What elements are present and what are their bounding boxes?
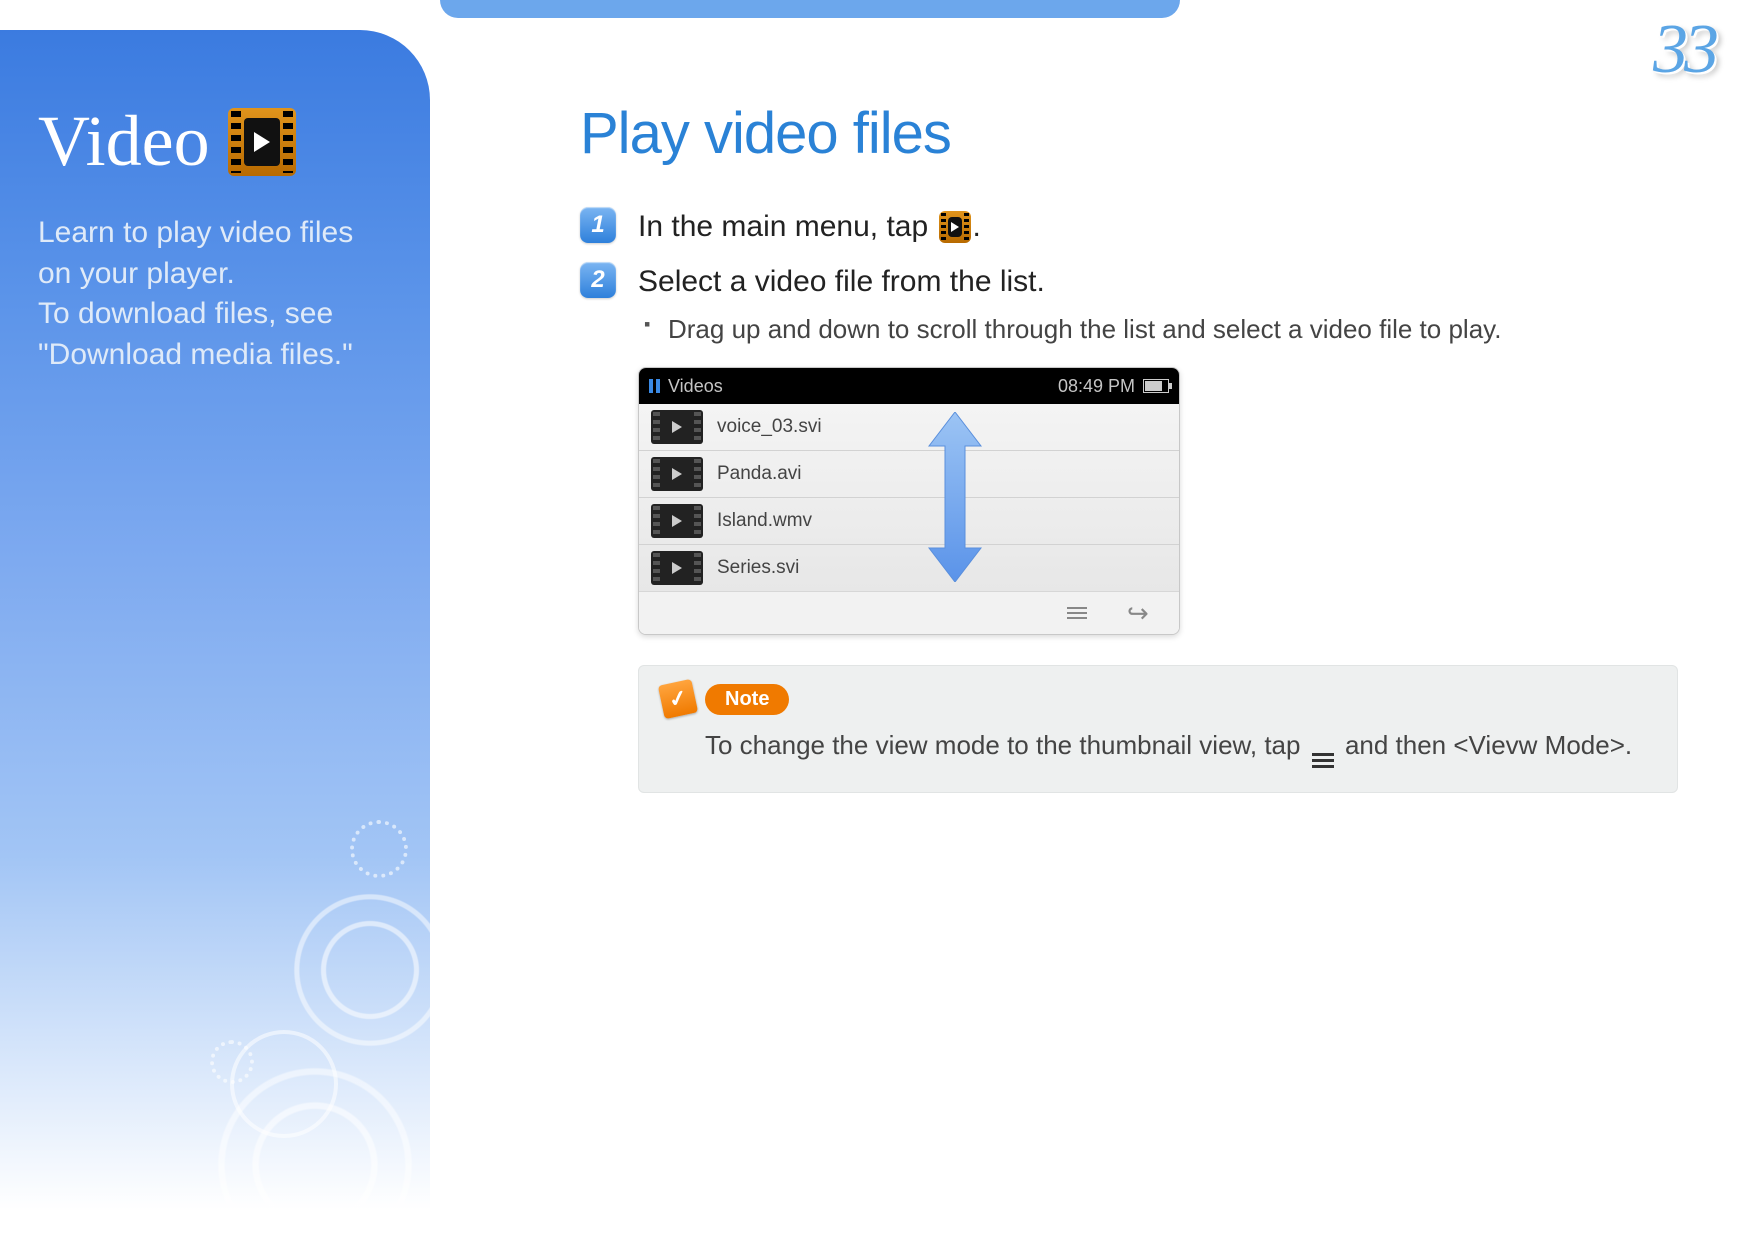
main-content: Play video files 1 In the main menu, tap… (580, 100, 1695, 793)
video-thumb-icon (651, 457, 703, 491)
page-number: 33 (1653, 10, 1715, 90)
device-file-list: voice_03.svi Panda.avi Island.wmv Series… (639, 404, 1179, 591)
top-tab-decoration (440, 0, 1180, 18)
note-text-before: To change the view mode to the thumbnail… (705, 730, 1308, 760)
video-app-icon (228, 108, 296, 176)
video-thumb-icon (651, 551, 703, 585)
device-header: Videos 08:49 PM (639, 368, 1179, 404)
list-item[interactable]: Panda.avi (639, 451, 1179, 498)
step-1-number: 1 (580, 207, 616, 243)
note-check-icon: ✓ (658, 679, 698, 719)
device-screenshot: Videos 08:49 PM voice_03.svi Panda.avi I… (638, 367, 1180, 635)
step-2-text: Select a video file from the list. (638, 262, 1501, 303)
step-1-text-after: . (973, 210, 981, 243)
battery-icon (1143, 379, 1169, 393)
video-app-icon (939, 211, 971, 243)
pause-icon (649, 379, 660, 393)
step-2-bullet: Drag up and down to scroll through the l… (638, 312, 1501, 347)
sidebar-description: Learn to play video files on your player… (38, 213, 392, 375)
step-1-text-before: In the main menu, tap (638, 210, 937, 243)
deco-circle (350, 820, 408, 878)
menu-icon[interactable] (1067, 607, 1087, 619)
list-item[interactable]: Island.wmv (639, 498, 1179, 545)
list-item-label: Panda.avi (717, 463, 802, 485)
section-heading: Play video files (580, 100, 1695, 167)
deco-circle (210, 1040, 254, 1084)
device-time: 08:49 PM (1058, 376, 1135, 397)
list-item-label: voice_03.svi (717, 416, 822, 438)
note-text: To change the view mode to the thumbnail… (661, 730, 1655, 768)
device-footer: ↩ (639, 591, 1179, 634)
sidebar-title: Video (38, 100, 392, 183)
sidebar-title-text: Video (38, 100, 210, 183)
deco-circle (280, 880, 460, 1060)
note-header: ✓ Note (661, 682, 1655, 716)
device-header-title: Videos (668, 376, 723, 397)
note-label: Note (705, 684, 789, 715)
step-1-body: In the main menu, tap . (638, 207, 981, 248)
step-2-number: 2 (580, 262, 616, 298)
menu-icon (1312, 753, 1334, 768)
list-item-label: Series.svi (717, 557, 799, 579)
video-thumb-icon (651, 504, 703, 538)
list-item[interactable]: voice_03.svi (639, 404, 1179, 451)
step-1: 1 In the main menu, tap . (580, 207, 1695, 248)
sidebar: Video Learn to play video files on your … (0, 30, 430, 1210)
device-status-area: 08:49 PM (1058, 376, 1169, 397)
step-2: 2 Select a video file from the list. Dra… (580, 262, 1695, 348)
note-text-after: and then <Vievw Mode>. (1345, 730, 1632, 760)
step-2-body: Select a video file from the list. Drag … (638, 262, 1501, 348)
note-box: ✓ Note To change the view mode to the th… (638, 665, 1678, 793)
video-thumb-icon (651, 410, 703, 444)
list-item-label: Island.wmv (717, 510, 812, 532)
back-icon[interactable]: ↩ (1127, 598, 1149, 629)
list-item[interactable]: Series.svi (639, 545, 1179, 591)
